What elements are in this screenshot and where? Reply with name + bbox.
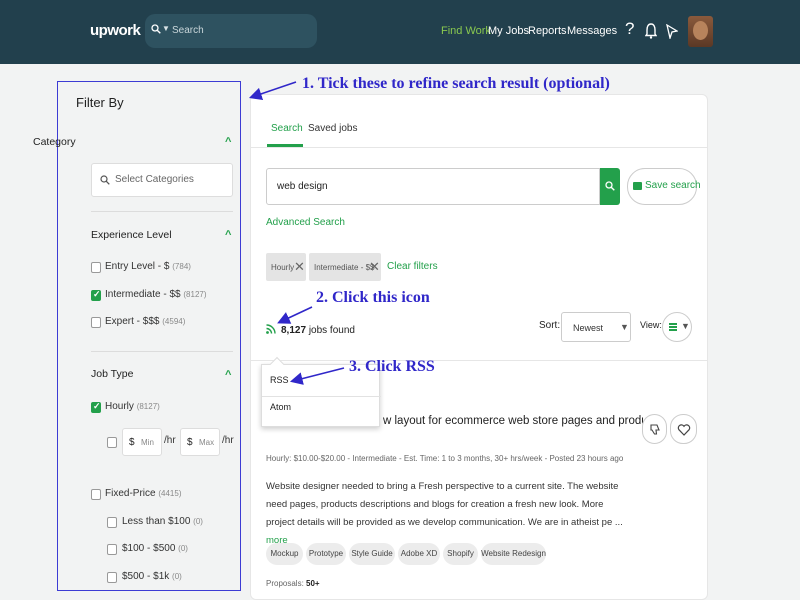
annotation-arrows	[248, 81, 345, 385]
